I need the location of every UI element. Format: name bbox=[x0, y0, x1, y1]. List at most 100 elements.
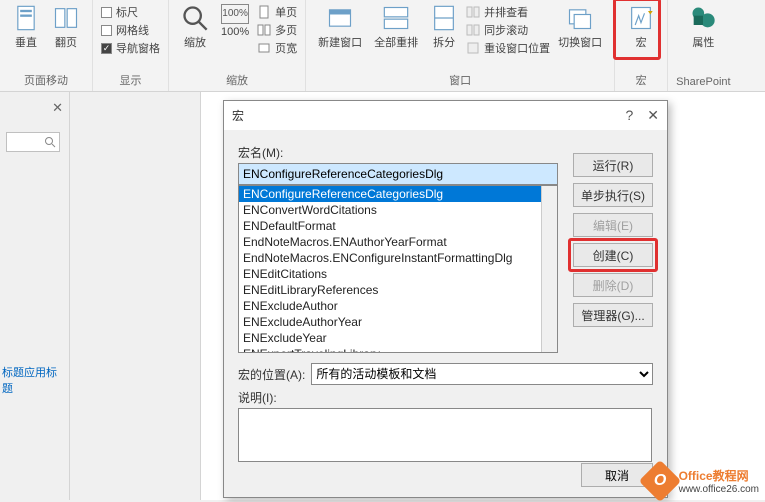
list-item[interactable]: ENConfigureReferenceCategoriesDlg bbox=[239, 186, 557, 202]
syncscroll-icon bbox=[466, 23, 480, 37]
checkbox-icon bbox=[101, 7, 112, 18]
list-item[interactable]: ENExcludeAuthorYear bbox=[239, 314, 557, 330]
list-item[interactable]: ENConvertWordCitations bbox=[239, 202, 557, 218]
zoom-label: 缩放 bbox=[184, 34, 206, 50]
description-label: 说明(I): bbox=[238, 389, 653, 406]
edit-button[interactable]: 编辑(E) bbox=[573, 213, 653, 237]
logo-title: Office教程网 bbox=[679, 467, 759, 484]
group-pagemove: 垂直 翻页 页面移动 bbox=[0, 0, 93, 91]
hundred-icon: 100% bbox=[221, 4, 249, 24]
arrange-button[interactable]: 全部重排 bbox=[370, 2, 422, 52]
group-macro-label: 宏 bbox=[636, 70, 647, 91]
search-icon bbox=[44, 136, 56, 148]
list-item[interactable]: ENExcludeAuthor bbox=[239, 298, 557, 314]
sidebyside-button: 并排查看 bbox=[466, 4, 550, 20]
resetpos-icon bbox=[466, 41, 480, 55]
logo-url: www.office26.com bbox=[679, 484, 759, 495]
arrange-icon bbox=[382, 4, 410, 32]
checkbox-icon bbox=[101, 25, 112, 36]
location-select[interactable]: 所有的活动模板和文档 bbox=[311, 363, 653, 385]
dialog-side-buttons: 运行(R) 单步执行(S) 编辑(E) 创建(C) 删除(D) 管理器(G)..… bbox=[573, 153, 653, 327]
navigation-pane: ✕ 标题应用标题 bbox=[0, 92, 70, 500]
organizer-button[interactable]: 管理器(G)... bbox=[573, 303, 653, 327]
macro-list[interactable]: ENConfigureReferenceCategoriesDlg ENConv… bbox=[238, 185, 558, 353]
arrange-label: 全部重排 bbox=[374, 34, 418, 50]
macro-label: 宏 bbox=[636, 34, 647, 50]
sidebyside-icon bbox=[466, 5, 480, 19]
pagewidth-icon bbox=[257, 41, 271, 55]
macro-dialog: 宏 ? ✕ 宏名(M): ENConfigureReferenceCategor… bbox=[223, 100, 668, 498]
scrollbar[interactable] bbox=[541, 186, 557, 352]
ribbon: 垂直 翻页 页面移动 标尺 网格线 ✓导航窗格 显示 缩放 bbox=[0, 0, 765, 92]
list-item[interactable]: ENEditLibraryReferences bbox=[239, 282, 557, 298]
vertical-label: 垂直 bbox=[15, 34, 37, 50]
flip-label: 翻页 bbox=[55, 34, 77, 50]
flip-icon bbox=[52, 4, 80, 32]
nav-heading[interactable]: 标题应用标题 bbox=[0, 362, 69, 398]
group-sharepoint-label: SharePoint bbox=[676, 74, 730, 91]
help-icon[interactable]: ? bbox=[625, 107, 633, 124]
zoom-icon bbox=[181, 4, 209, 32]
group-zoom-label: 缩放 bbox=[226, 70, 248, 91]
split-icon bbox=[430, 4, 458, 32]
dialog-titlebar: 宏 ? ✕ bbox=[224, 101, 667, 130]
search-input[interactable] bbox=[6, 132, 60, 152]
close-icon[interactable]: ✕ bbox=[52, 100, 63, 116]
multipage-icon bbox=[257, 23, 271, 37]
macro-name-input[interactable] bbox=[238, 163, 558, 185]
group-sharepoint: 属性 SharePoint bbox=[668, 0, 738, 91]
onepage-button[interactable]: 单页 bbox=[257, 4, 297, 20]
vertical-button[interactable]: 垂直 bbox=[8, 2, 44, 52]
hundred-label: 100% bbox=[221, 26, 249, 38]
list-item[interactable]: ENEditCitations bbox=[239, 266, 557, 282]
list-item[interactable]: ENDefaultFormat bbox=[239, 218, 557, 234]
close-icon[interactable]: ✕ bbox=[647, 107, 659, 124]
split-label: 拆分 bbox=[433, 34, 455, 50]
switch-button[interactable]: 切换窗口 bbox=[554, 2, 606, 52]
location-label: 宏的位置(A): bbox=[238, 366, 305, 383]
run-button[interactable]: 运行(R) bbox=[573, 153, 653, 177]
pagewidth-button[interactable]: 页宽 bbox=[257, 40, 297, 56]
list-item[interactable]: EndNoteMacros.ENConfigureInstantFormatti… bbox=[239, 250, 557, 266]
hundred-button[interactable]: 100% 100% bbox=[217, 2, 253, 40]
newwin-button[interactable]: 新建窗口 bbox=[314, 2, 366, 52]
zoom-button[interactable]: 缩放 bbox=[177, 2, 213, 52]
ruler-checkbox[interactable]: 标尺 bbox=[101, 4, 160, 20]
group-show: 标尺 网格线 ✓导航窗格 显示 bbox=[93, 0, 169, 91]
list-item[interactable]: ENExportTravelingLibrary bbox=[239, 346, 557, 353]
description-box[interactable] bbox=[238, 408, 652, 462]
props-button[interactable]: 属性 bbox=[685, 2, 721, 52]
list-item[interactable]: ENExcludeYear bbox=[239, 330, 557, 346]
delete-button[interactable]: 删除(D) bbox=[573, 273, 653, 297]
newwin-label: 新建窗口 bbox=[318, 34, 362, 50]
macro-button[interactable]: 宏 bbox=[623, 2, 659, 52]
group-pagemove-label: 页面移动 bbox=[24, 70, 68, 91]
dialog-title: 宏 bbox=[232, 107, 244, 124]
group-window-label: 窗口 bbox=[449, 70, 471, 91]
switch-label: 切换窗口 bbox=[558, 34, 602, 50]
group-window: 新建窗口 全部重排 拆分 并排查看 同步滚动 重设窗口位置 切换窗口 窗口 bbox=[306, 0, 615, 91]
step-button[interactable]: 单步执行(S) bbox=[573, 183, 653, 207]
multipage-button[interactable]: 多页 bbox=[257, 22, 297, 38]
vertical-icon bbox=[12, 4, 40, 32]
create-button[interactable]: 创建(C) bbox=[573, 243, 653, 267]
syncscroll-button: 同步滚动 bbox=[466, 22, 550, 38]
group-show-label: 显示 bbox=[120, 70, 142, 91]
props-label: 属性 bbox=[692, 34, 714, 50]
macro-icon bbox=[627, 4, 655, 32]
split-button[interactable]: 拆分 bbox=[426, 2, 462, 52]
watermark-logo: O Office教程网 www.office26.com bbox=[645, 466, 759, 496]
logo-badge-icon: O bbox=[638, 460, 680, 502]
newwin-icon bbox=[326, 4, 354, 32]
list-item[interactable]: EndNoteMacros.ENAuthorYearFormat bbox=[239, 234, 557, 250]
gridlines-checkbox[interactable]: 网格线 bbox=[101, 22, 160, 38]
switch-icon bbox=[566, 4, 594, 32]
sharepoint-icon bbox=[689, 4, 717, 32]
checkbox-icon: ✓ bbox=[101, 43, 112, 54]
resetpos-button: 重设窗口位置 bbox=[466, 40, 550, 56]
page-icon bbox=[257, 5, 271, 19]
flip-button[interactable]: 翻页 bbox=[48, 2, 84, 52]
group-zoom: 缩放 100% 100% 单页 多页 页宽 缩放 bbox=[169, 0, 306, 91]
navpane-checkbox[interactable]: ✓导航窗格 bbox=[101, 40, 160, 56]
group-macro: 宏 宏 bbox=[615, 0, 668, 91]
